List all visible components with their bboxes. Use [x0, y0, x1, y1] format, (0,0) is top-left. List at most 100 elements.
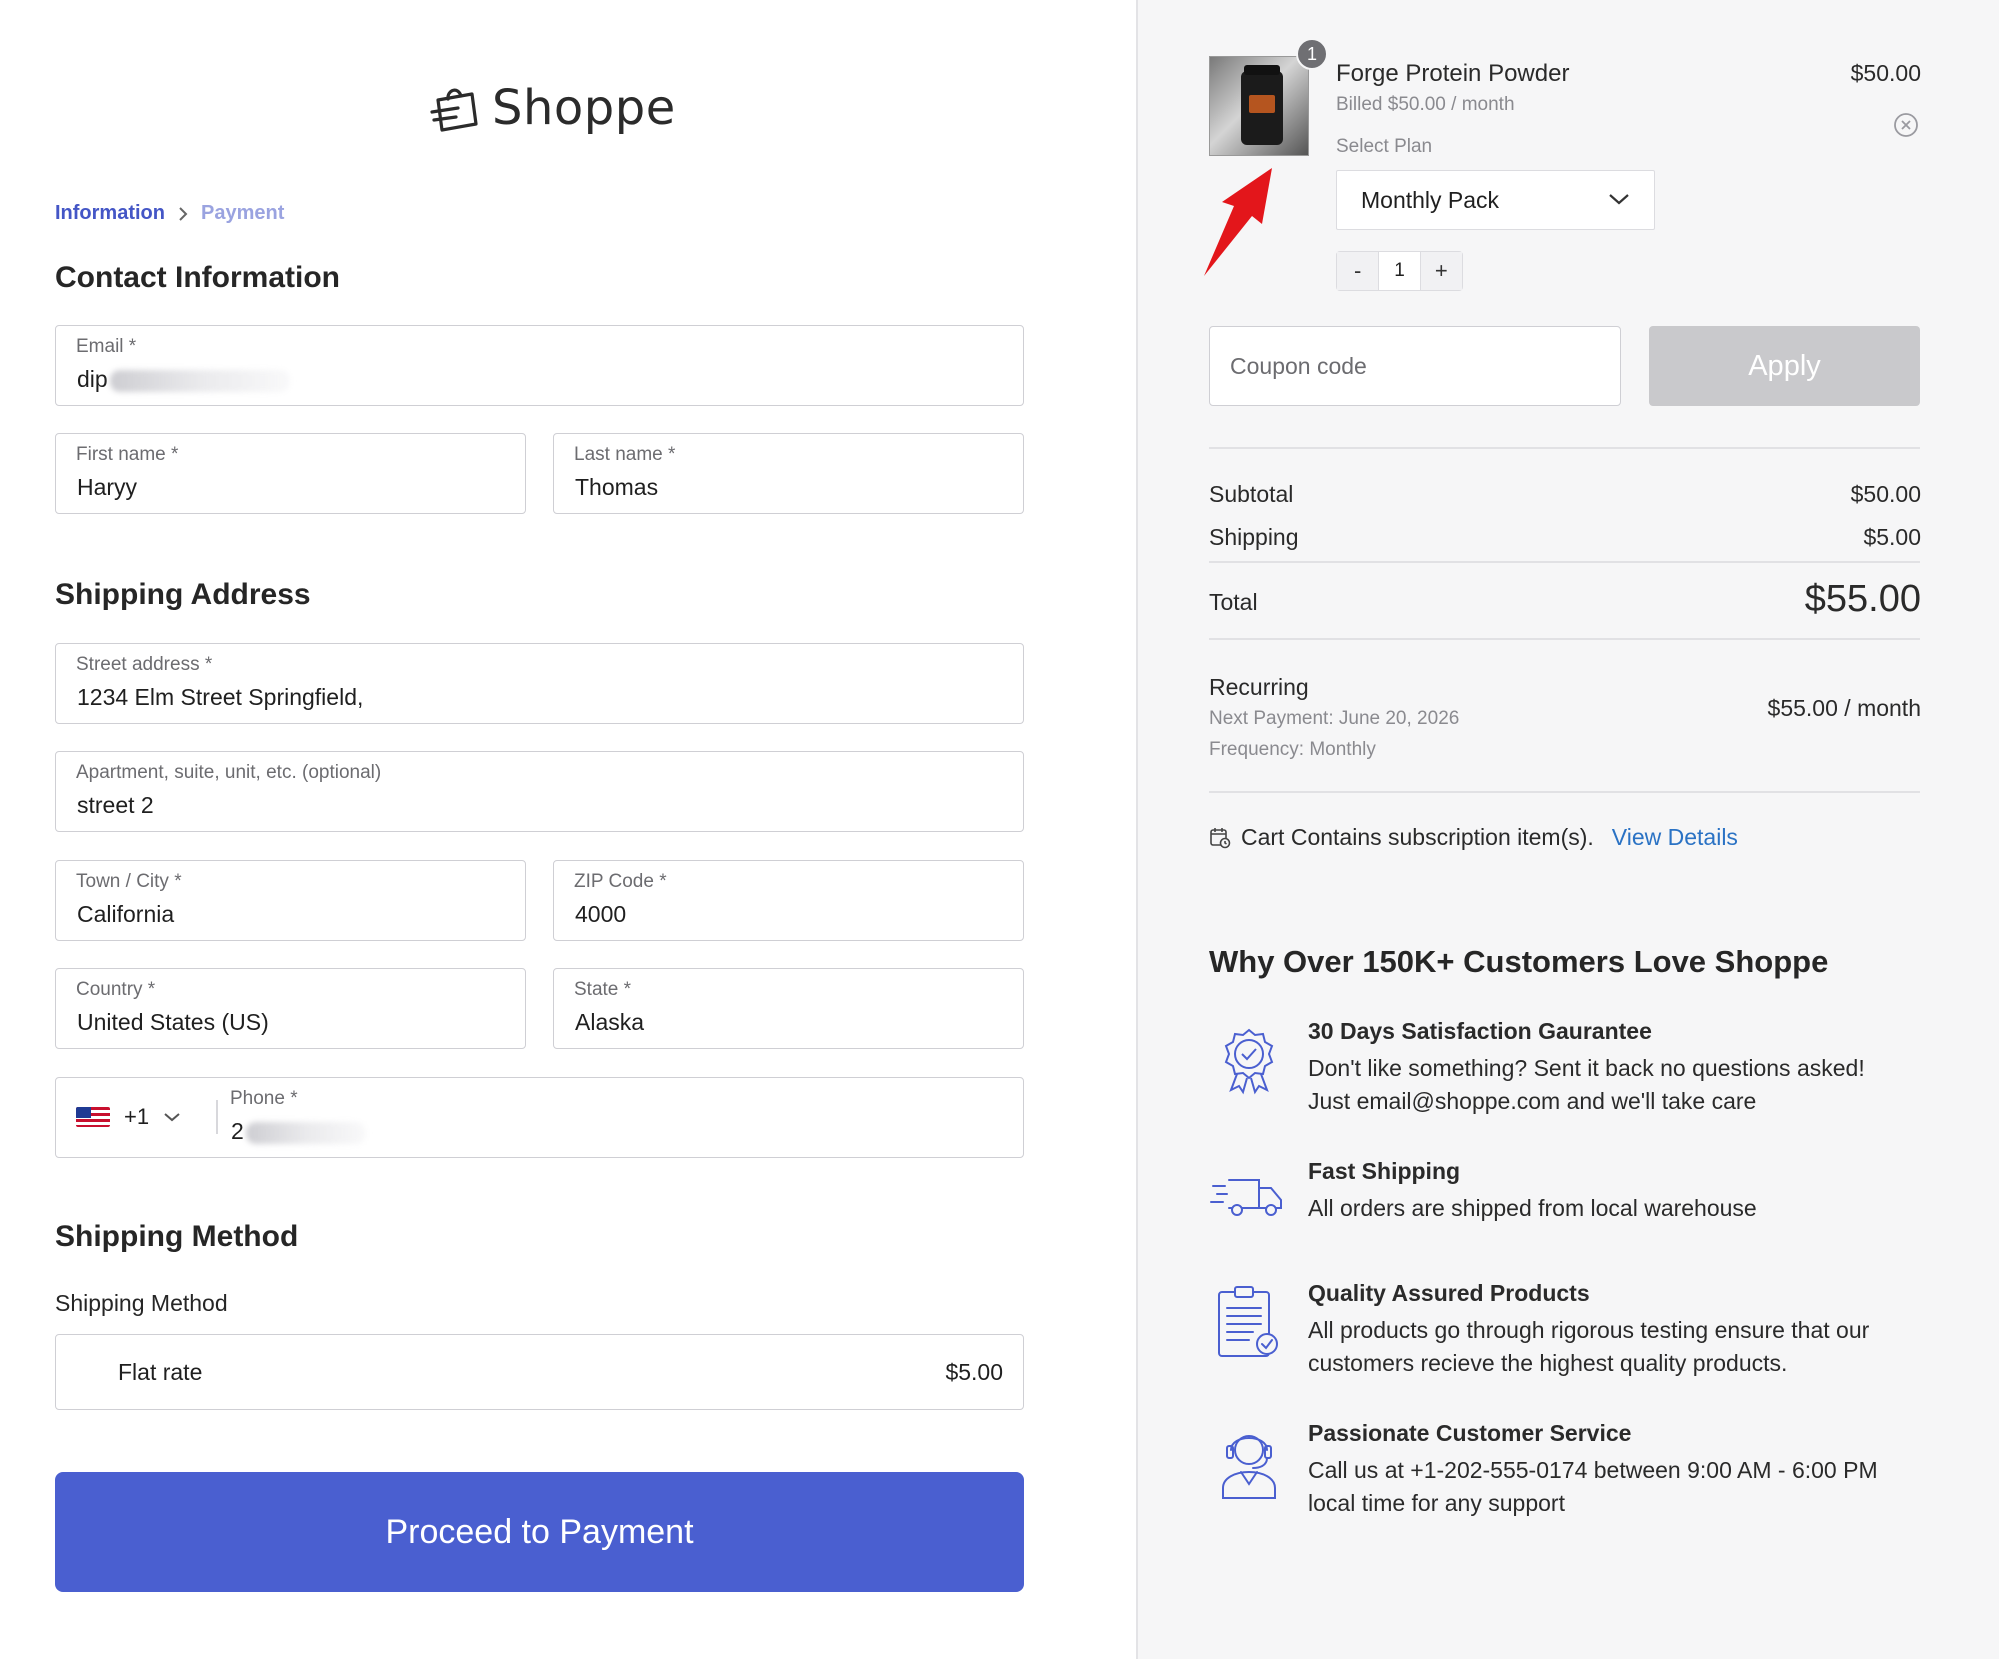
last-name-label: Last name *: [574, 444, 676, 465]
breadcrumb-payment[interactable]: Payment: [201, 202, 284, 225]
contact-information-heading: Contact Information: [55, 261, 340, 294]
shipping-value: $5.00: [1863, 524, 1921, 550]
country-field[interactable]: Country * United States (US): [55, 968, 526, 1049]
phone-value[interactable]: 2: [231, 1118, 366, 1145]
chevron-down-icon: [1609, 194, 1629, 205]
view-details-link[interactable]: View Details: [1612, 824, 1738, 851]
select-plan-label: Select Plan: [1336, 136, 1433, 157]
proceed-to-payment-button[interactable]: Proceed to Payment: [55, 1472, 1024, 1592]
zip-code-value[interactable]: 4000: [575, 901, 626, 928]
chevron-right-icon: [179, 206, 188, 221]
divider: [216, 1100, 218, 1134]
quantity-value[interactable]: 1: [1378, 252, 1421, 290]
breadcrumb: Information Payment: [55, 202, 284, 225]
state-field[interactable]: State * Alaska: [553, 968, 1024, 1049]
phone-label: Phone *: [230, 1088, 298, 1109]
last-name-value[interactable]: Thomas: [575, 474, 658, 501]
subtotal-value: $50.00: [1850, 481, 1921, 507]
country-label: Country *: [76, 979, 156, 1000]
shipping-method-heading: Shipping Method: [55, 1220, 299, 1253]
us-flag-icon: [76, 1107, 110, 1127]
country-value[interactable]: United States (US): [77, 1009, 269, 1036]
street-address-label: Street address *: [76, 654, 213, 675]
subtotal-label: Subtotal: [1209, 481, 1294, 507]
divider: [1209, 638, 1920, 640]
country-code-selector[interactable]: +1: [76, 1104, 181, 1130]
email-label: Email *: [76, 336, 137, 357]
subscription-notice: Cart Contains subscription item(s). View…: [1209, 824, 1738, 851]
apartment-label: Apartment, suite, unit, etc. (optional): [76, 762, 382, 783]
chevron-down-icon: [164, 1113, 180, 1122]
shipping-label: Shipping: [1209, 524, 1299, 550]
product-image: [1209, 56, 1309, 156]
benefit-title: Quality Assured Products: [1308, 1280, 1590, 1306]
total-label: Total: [1209, 589, 1258, 615]
divider: [1209, 447, 1920, 449]
increase-quantity-button[interactable]: +: [1420, 252, 1462, 290]
protein-jar-graphic: [1241, 65, 1283, 145]
calendar-clock-icon: [1210, 827, 1231, 848]
payment-frequency: Frequency: Monthly: [1209, 739, 1376, 760]
divider: [1209, 791, 1920, 793]
city-value[interactable]: California: [77, 901, 174, 928]
coupon-code-input[interactable]: [1209, 326, 1621, 406]
brand-name: Shoppe: [492, 80, 676, 136]
apply-coupon-button[interactable]: Apply: [1649, 326, 1920, 406]
benefit-text: All products go through rigorous testing…: [1308, 1317, 1870, 1376]
last-name-field[interactable]: Last name * Thomas: [553, 433, 1024, 514]
shipping-address-heading: Shipping Address: [55, 578, 311, 611]
red-arrow-annotation: [1204, 168, 1272, 276]
shipping-rate-option[interactable]: Flat rate $5.00: [55, 1334, 1024, 1410]
redacted-blur: [109, 369, 290, 392]
phone-field[interactable]: +1 Phone * 2: [55, 1077, 1024, 1158]
email-value[interactable]: dip: [77, 366, 290, 393]
quantity-badge: 1: [1296, 38, 1328, 70]
breadcrumb-information[interactable]: Information: [55, 202, 165, 225]
plan-select[interactable]: Monthly Pack: [1336, 170, 1655, 230]
apartment-field[interactable]: Apartment, suite, unit, etc. (optional) …: [55, 751, 1024, 832]
benefit-title: Passionate Customer Service: [1308, 1420, 1632, 1446]
redacted-blur: [245, 1121, 366, 1144]
quantity-stepper[interactable]: - 1 +: [1336, 251, 1463, 291]
benefit-text: Don't like something? Sent it back no qu…: [1308, 1055, 1865, 1114]
benefit-title: 30 Days Satisfaction Gaurantee: [1308, 1018, 1652, 1044]
street-address-field[interactable]: Street address * 1234 Elm Street Springf…: [55, 643, 1024, 724]
first-name-label: First name *: [76, 444, 179, 465]
recurring-value: $55.00 / month: [1767, 695, 1921, 721]
badge-check-icon: [1224, 1028, 1274, 1095]
street-address-value[interactable]: 1234 Elm Street Springfield,: [77, 684, 363, 711]
zip-code-field[interactable]: ZIP Code * 4000: [553, 860, 1024, 941]
city-label: Town / City *: [76, 871, 182, 892]
shopping-bag-icon: [430, 88, 478, 132]
email-field[interactable]: Email * dip: [55, 325, 1024, 406]
total-value: $55.00: [1804, 578, 1921, 620]
shipping-rate-price: $5.00: [945, 1359, 1003, 1385]
clipboard-check-icon: [1218, 1286, 1278, 1357]
shoppe-logo[interactable]: Shoppe: [428, 78, 676, 138]
checkout-form-panel: Shoppe Information Payment Contact Infor…: [0, 0, 1136, 1659]
city-field[interactable]: Town / City * California: [55, 860, 526, 941]
decrease-quantity-button[interactable]: -: [1337, 252, 1379, 290]
subscription-notice-text: Cart Contains subscription item(s).: [1241, 824, 1594, 850]
divider: [1209, 561, 1920, 563]
remove-item-icon[interactable]: [1893, 112, 1919, 138]
first-name-value[interactable]: Haryy: [77, 474, 137, 501]
benefit-title: Fast Shipping: [1308, 1158, 1461, 1184]
recurring-label: Recurring: [1209, 674, 1309, 700]
plan-selected-value: Monthly Pack: [1361, 187, 1500, 213]
state-value[interactable]: Alaska: [575, 1009, 644, 1036]
shipping-method-label: Shipping Method: [55, 1290, 228, 1316]
product-price: $50.00: [1850, 60, 1921, 86]
shipping-rate-name: Flat rate: [118, 1359, 203, 1385]
state-label: State *: [574, 979, 632, 1000]
first-name-field[interactable]: First name * Haryy: [55, 433, 526, 514]
headset-agent-icon: [1222, 1435, 1276, 1499]
truck-icon: [1210, 1179, 1282, 1216]
apartment-value[interactable]: street 2: [77, 792, 154, 819]
next-payment-date: Next Payment: June 20, 2026: [1209, 708, 1460, 729]
benefit-text: Call us at +1-202-555-0174 between 9:00 …: [1308, 1457, 1878, 1516]
country-dial-code: +1: [124, 1104, 150, 1129]
zip-code-label: ZIP Code *: [574, 871, 667, 892]
why-customers-heading: Why Over 150K+ Customers Love Shoppe: [1209, 944, 1829, 979]
product-name: Forge Protein Powder: [1336, 60, 1570, 87]
